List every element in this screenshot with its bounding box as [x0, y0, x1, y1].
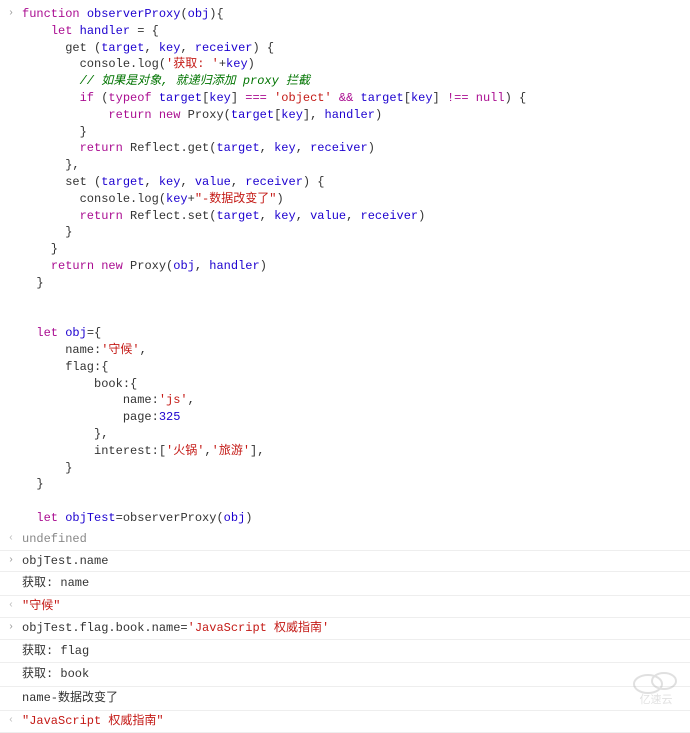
console-output-row: "JavaScript 权威指南"	[0, 711, 690, 733]
console-log-line: name-数据改变了	[0, 687, 690, 711]
code-block-1: function observerProxy(obj){ let handler…	[22, 6, 690, 527]
console-output-row: undefined	[0, 529, 690, 551]
result-undefined: undefined	[22, 531, 690, 548]
devtools-console[interactable]: function observerProxy(obj){ let handler…	[0, 0, 690, 733]
output-arrow-icon	[8, 598, 22, 613]
result-string: "守候"	[22, 598, 690, 615]
input-objtest-name: objTest.name	[22, 553, 690, 570]
input-arrow-icon	[8, 620, 22, 635]
console-input-row: objTest.flag.book.name='JavaScript 权威指南'	[0, 618, 690, 640]
result-string: "JavaScript 权威指南"	[22, 713, 690, 730]
input-assignment: objTest.flag.book.name='JavaScript 权威指南'	[22, 620, 690, 637]
console-log-line: 获取: flag	[0, 640, 690, 664]
console-output-row: "守候"	[0, 596, 690, 618]
console-log-line: 获取: name	[0, 572, 690, 596]
input-arrow-icon	[8, 553, 22, 568]
console-input-row: function observerProxy(obj){ let handler…	[0, 4, 690, 529]
output-arrow-icon	[8, 713, 22, 728]
input-arrow-icon	[8, 6, 22, 21]
output-arrow-icon	[8, 531, 22, 546]
console-log-line: 获取: book	[0, 663, 690, 687]
console-input-row: objTest.name	[0, 551, 690, 573]
